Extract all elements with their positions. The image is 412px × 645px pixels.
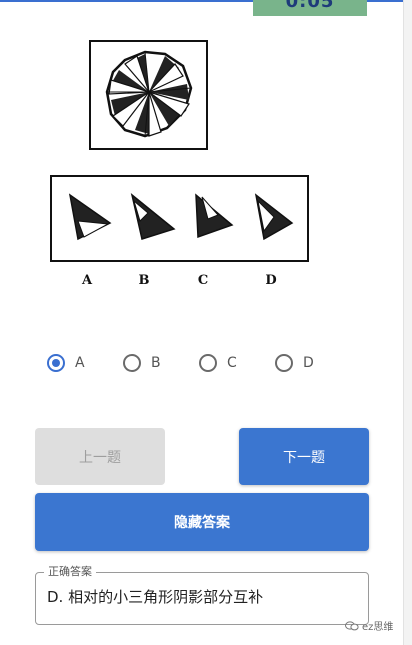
question-figure — [89, 40, 208, 150]
option-figure-label: B — [138, 273, 150, 288]
choice-d-radio[interactable]: D — [275, 352, 314, 374]
option-figure-label: C — [197, 273, 209, 288]
option-figure-label: D — [265, 273, 277, 288]
choice-label: A — [75, 355, 85, 371]
options-figure — [50, 175, 309, 262]
choice-a-radio[interactable]: A — [47, 352, 85, 374]
choice-label: C — [227, 355, 237, 371]
timer-badge: 0:05 — [253, 0, 367, 16]
radio-icon[interactable] — [47, 354, 65, 372]
correct-answer-text: D. 相对的小三角形阴影部分互补 — [47, 588, 264, 606]
scrollbar-track[interactable] — [403, 0, 412, 645]
watermark-text: ez思维 — [362, 622, 394, 633]
timer-text: 0:05 — [285, 0, 335, 12]
correct-answer-legend: 正确答案 — [44, 565, 96, 579]
choice-b-radio[interactable]: B — [123, 352, 161, 374]
correct-answer-panel: 正确答案 D. 相对的小三角形阴影部分互补 — [35, 565, 369, 625]
radio-icon[interactable] — [123, 354, 141, 372]
answer-choices: A B C D — [0, 352, 400, 374]
next-question-button[interactable]: 下一题 — [239, 428, 369, 485]
option-figure-label: A — [81, 273, 93, 288]
radio-icon[interactable] — [275, 354, 293, 372]
watermark-wechat-icon — [345, 620, 359, 630]
hide-answer-button[interactable]: 隐藏答案 — [35, 493, 369, 551]
choice-label: B — [151, 355, 161, 371]
choice-label: D — [303, 355, 314, 371]
radio-icon[interactable] — [199, 354, 217, 372]
watermark: ez思维 — [345, 618, 393, 633]
choice-c-radio[interactable]: C — [199, 352, 237, 374]
prev-question-button[interactable]: 上一题 — [35, 428, 165, 485]
